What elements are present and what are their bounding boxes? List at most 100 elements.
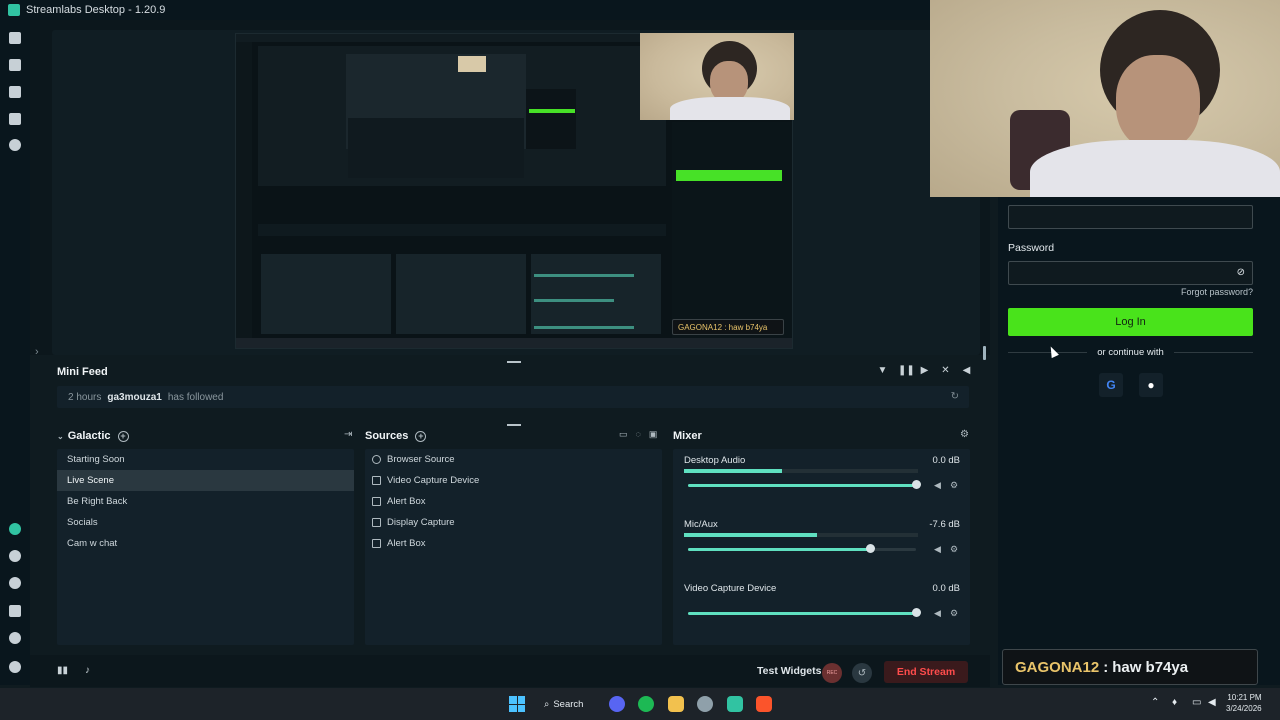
scene-item[interactable]: Cam w chat — [57, 533, 354, 554]
volume-fader[interactable] — [688, 484, 916, 487]
mute-alerts-icon[interactable]: ✕ — [940, 365, 951, 376]
scene-item[interactable]: Be Right Back — [57, 491, 354, 512]
email-field[interactable] — [1008, 205, 1253, 229]
source-label: Browser Source — [387, 454, 455, 465]
sources-list: Browser Source Video Capture Device Aler… — [365, 449, 662, 645]
gear-icon[interactable]: ⚙ — [950, 608, 958, 619]
volume-icon[interactable]: ◀ — [961, 365, 972, 376]
preview-webcam — [640, 33, 794, 120]
replay-buffer-button[interactable]: ↺ — [852, 663, 872, 683]
bottom-bar: ▮▮ ♪ Test Widgets REC ↺ End Stream — [30, 655, 990, 687]
password-label: Password — [1008, 242, 1055, 254]
scene-transition-icon[interactable]: ⇥ — [344, 429, 352, 440]
taskbar-search[interactable]: ⌕ Search — [544, 696, 583, 712]
end-stream-button[interactable]: End Stream — [884, 661, 968, 683]
microphone-icon[interactable]: ♦ — [1172, 697, 1177, 708]
apps-icon[interactable] — [9, 550, 21, 562]
alert-box-icon — [372, 539, 381, 548]
scene-item[interactable]: Socials — [57, 512, 354, 533]
record-button[interactable]: REC — [822, 663, 842, 683]
profile-icon[interactable] — [9, 661, 21, 673]
source-folder-icon[interactable]: ▣ — [649, 429, 658, 440]
left-nav — [0, 20, 30, 685]
settings-app-icon[interactable] — [697, 696, 713, 712]
bell-icon[interactable]: ♪ — [85, 665, 90, 676]
test-widgets-button[interactable]: Test Widgets — [757, 665, 821, 677]
add-source-icon[interactable]: + — [415, 430, 427, 442]
apps-icon-2[interactable] — [9, 577, 21, 589]
pause-icon[interactable]: ❚❚ — [898, 365, 915, 376]
source-item[interactable]: Alert Box — [365, 491, 662, 512]
chat-separator: : — [1103, 658, 1109, 676]
continue-divider: or continue with — [1008, 345, 1254, 359]
mixer-channel-name: Desktop Audio — [684, 455, 746, 466]
network-icon[interactable]: ▭ — [1192, 697, 1201, 708]
password-field[interactable]: ⊘ — [1008, 261, 1253, 285]
fader-knob[interactable] — [912, 480, 921, 489]
volume-tray-icon[interactable]: ◀ — [1208, 697, 1216, 708]
themes-icon[interactable] — [9, 59, 21, 71]
source-item[interactable]: Alert Box — [365, 533, 662, 554]
source-visibility-icon[interactable]: ◌ — [636, 429, 641, 440]
discord-icon[interactable] — [609, 696, 625, 712]
editor-icon[interactable] — [9, 32, 21, 44]
windows-start-icon[interactable] — [509, 696, 525, 712]
forgot-password-link[interactable]: Forgot password? — [1181, 287, 1253, 297]
gear-icon[interactable]: ⚙ — [950, 480, 958, 491]
mixer-channel: Video Capture Device 0.0 dB ◀ ⚙ — [684, 583, 964, 643]
login-panel: Password ⊘ Forgot password? Log In or co… — [998, 197, 1280, 685]
filter-icon[interactable]: ▼ — [877, 365, 888, 376]
chat-username: GAGONA12 — [1015, 658, 1100, 676]
eye-off-icon[interactable]: ⊘ — [1237, 267, 1245, 278]
mixer-channel: Mic/Aux -7.6 dB ◀ ⚙ — [684, 519, 964, 579]
highlighter-icon[interactable] — [9, 523, 21, 535]
speaker-icon[interactable]: ◀ — [934, 608, 941, 619]
brave-icon[interactable] — [756, 696, 772, 712]
source-item[interactable]: Display Capture — [365, 512, 662, 533]
chevron-right-icon[interactable]: › — [35, 346, 39, 358]
google-icon[interactable]: G — [1099, 373, 1123, 397]
skip-icon[interactable]: ▶ — [919, 365, 930, 376]
search-icon: ⌕ — [544, 698, 550, 710]
fader-knob[interactable] — [912, 608, 921, 617]
source-label: Alert Box — [387, 538, 426, 549]
streamlabs-taskbar-icon[interactable] — [727, 696, 743, 712]
mini-feed-header: Mini Feed ▼ ❚❚ ▶ ✕ ◀ — [52, 362, 982, 382]
chevron-up-icon[interactable]: ⌃ — [1151, 697, 1159, 708]
source-item[interactable]: Video Capture Device — [365, 470, 662, 491]
scene-collection-title[interactable]: Galactic — [68, 430, 111, 442]
speaker-icon[interactable]: ◀ — [934, 544, 941, 555]
apple-icon[interactable]: ● — [1139, 373, 1163, 397]
store-icon[interactable] — [9, 86, 21, 98]
media-icon[interactable] — [9, 113, 21, 125]
refresh-icon[interactable]: ↻ — [951, 391, 959, 402]
resize-handle-2[interactable] — [507, 424, 521, 426]
fader-knob[interactable] — [866, 544, 876, 553]
login-button[interactable]: Log In — [1008, 308, 1253, 336]
source-item[interactable]: Browser Source — [365, 449, 662, 470]
add-scene-icon[interactable]: + — [117, 430, 129, 442]
volume-fader[interactable] — [688, 548, 916, 551]
file-explorer-icon[interactable] — [668, 696, 684, 712]
scrollbar-handle[interactable] — [983, 346, 986, 360]
source-group-icon[interactable]: ▭ — [619, 429, 628, 440]
alert-box-icon — [372, 497, 381, 506]
mixer-title: Mixer — [673, 430, 702, 442]
scene-item-active[interactable]: Live Scene — [57, 470, 354, 491]
volume-fader[interactable] — [688, 612, 916, 615]
sources-header: Sources + — [365, 427, 427, 445]
event-action: has followed — [167, 391, 224, 403]
gear-icon[interactable]: ⚙ — [950, 544, 958, 555]
event-user[interactable]: ga3mouza1 — [107, 392, 161, 403]
magic-icon[interactable] — [9, 605, 21, 617]
speaker-icon[interactable]: ◀ — [934, 480, 941, 491]
spotify-icon[interactable] — [638, 696, 654, 712]
settings-icon[interactable] — [9, 632, 21, 644]
scene-item[interactable]: Starting Soon — [57, 449, 354, 470]
taskbar-clock[interactable]: 10:21 PM 3/24/2026 — [1226, 692, 1262, 714]
chevron-down-icon[interactable]: ⌄ — [57, 432, 64, 441]
globe-icon — [372, 455, 381, 464]
gear-icon[interactable]: ⚙ — [960, 429, 969, 440]
stats-icon[interactable]: ▮▮ — [57, 665, 68, 676]
play-icon[interactable] — [9, 139, 21, 151]
